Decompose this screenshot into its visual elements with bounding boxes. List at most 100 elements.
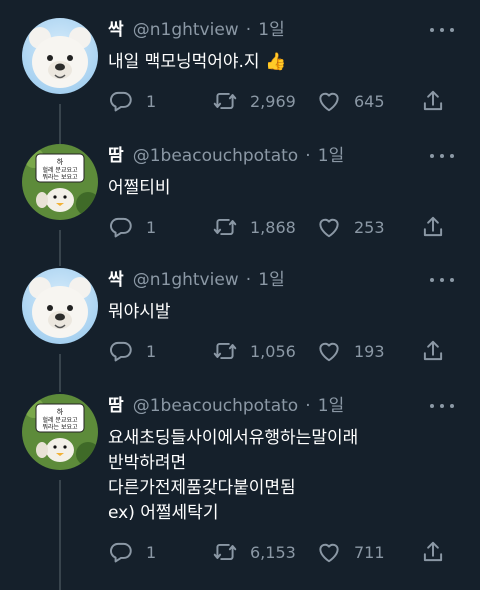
retweet-button[interactable]: 1,868 xyxy=(212,213,296,241)
retweet-icon xyxy=(213,92,237,110)
like-count: 711 xyxy=(354,542,385,562)
separator: · xyxy=(305,396,311,416)
share-button[interactable] xyxy=(420,337,446,365)
heart-icon xyxy=(319,92,339,112)
timestamp[interactable]: 1일 xyxy=(258,270,284,290)
thread-line xyxy=(59,480,61,590)
more-options-icon[interactable] xyxy=(430,146,454,166)
reply-count: 1 xyxy=(146,217,157,237)
avatar-bear[interactable] xyxy=(22,268,98,344)
tweet-text: 어쩔티비 xyxy=(108,178,171,198)
share-button[interactable] xyxy=(420,213,446,241)
avatar-sticker[interactable]: 하 헐레 분교요고 뭐라는 보요고 xyxy=(22,144,98,220)
tweet-text: 뭐야시발 xyxy=(108,302,171,322)
avatar-sticker[interactable]: 하 헐레 분교요고 뭐라는 보요고 xyxy=(22,394,98,470)
svg-text:뭐라는 보요고: 뭐라는 보요고 xyxy=(42,423,78,431)
svg-text:뭐라는 보요고: 뭐라는 보요고 xyxy=(42,173,78,181)
retweet-button[interactable]: 2,969 xyxy=(212,87,296,115)
share-button[interactable] xyxy=(420,87,446,115)
avatar-column: 하 헐레 분교요고 뭐라는 보요고 xyxy=(22,124,98,266)
more-options-icon[interactable] xyxy=(430,20,454,40)
timestamp[interactable]: 1일 xyxy=(318,396,344,416)
svg-text:하: 하 xyxy=(57,157,64,166)
avatar-column xyxy=(22,18,98,144)
more-options-icon[interactable] xyxy=(430,396,454,416)
more-options-icon[interactable] xyxy=(430,270,454,290)
thread-line xyxy=(59,230,61,266)
tweet-actions: 1 1,868 253 xyxy=(108,213,466,241)
tweet-header: 땀 @1beacouchpotato · 1일 xyxy=(108,144,466,168)
timestamp[interactable]: 1일 xyxy=(258,20,284,40)
like-count: 645 xyxy=(354,91,385,111)
reply-count: 1 xyxy=(146,542,157,562)
thread-line xyxy=(59,124,61,144)
tweet-text-body: 내일 맥모닝먹어야.지 xyxy=(108,52,260,72)
retweet-icon xyxy=(213,218,237,236)
reply-button[interactable]: 1 xyxy=(108,337,156,365)
tweet-content: 싹 @n1ghtview · 1일 내일 맥모닝먹어야.지 👍 1 2,969 xyxy=(108,18,466,115)
tweet-header: 싹 @n1ghtview · 1일 xyxy=(108,268,466,292)
retweet-icon xyxy=(213,342,237,360)
reply-icon xyxy=(110,91,132,112)
user-handle[interactable]: @n1ghtview xyxy=(133,270,239,290)
retweet-button[interactable]: 1,056 xyxy=(212,337,296,365)
like-button[interactable]: 711 xyxy=(316,538,385,566)
tweet-header: 땀 @1beacouchpotato · 1일 xyxy=(108,394,466,418)
reply-button[interactable]: 1 xyxy=(108,87,156,115)
heart-icon xyxy=(319,218,339,238)
like-button[interactable]: 645 xyxy=(316,87,385,115)
like-button[interactable]: 193 xyxy=(316,337,385,365)
reply-count: 1 xyxy=(146,91,157,111)
separator: · xyxy=(305,146,311,166)
user-handle[interactable]: @1beacouchpotato xyxy=(133,396,298,416)
reply-button[interactable]: 1 xyxy=(108,213,156,241)
display-name[interactable]: 땀 xyxy=(108,146,124,166)
reply-count: 1 xyxy=(146,341,157,361)
svg-text:헐레 분교요고: 헐레 분교요고 xyxy=(42,166,78,174)
tweet-item[interactable]: 싹 @n1ghtview · 1일 내일 맥모닝먹어야.지 👍 1 2,969 xyxy=(0,18,480,144)
share-button[interactable] xyxy=(420,538,446,566)
display-name[interactable]: 땀 xyxy=(108,396,124,416)
tweet-content: 싹 @n1ghtview · 1일 뭐야시발 1 1,056 193 xyxy=(108,268,466,365)
tweet-content: 땀 @1beacouchpotato · 1일 요새초딩들사이에서유행하는말이래… xyxy=(108,394,466,566)
tweet-item[interactable]: 싹 @n1ghtview · 1일 뭐야시발 1 1,056 193 xyxy=(0,268,480,392)
avatar-column: 하 헐레 분교요고 뭐라는 보요고 xyxy=(22,394,98,590)
thread-line xyxy=(59,354,61,392)
display-name[interactable]: 싹 xyxy=(108,270,124,290)
share-icon xyxy=(423,90,443,111)
reply-icon xyxy=(110,341,132,362)
share-icon xyxy=(423,340,443,361)
reply-icon xyxy=(110,542,132,563)
retweet-count: 6,153 xyxy=(250,542,296,562)
like-button[interactable]: 253 xyxy=(316,213,385,241)
separator: · xyxy=(245,270,252,290)
like-count: 193 xyxy=(354,341,385,361)
svg-text:헐레 분교요고: 헐레 분교요고 xyxy=(42,416,78,424)
retweet-button[interactable]: 6,153 xyxy=(212,538,296,566)
retweet-count: 1,056 xyxy=(250,341,296,361)
tweet-thread: 싹 @n1ghtview · 1일 내일 맥모닝먹어야.지 👍 1 2,969 xyxy=(0,0,480,590)
heart-icon xyxy=(319,342,339,362)
tweet-item[interactable]: 하 헐레 분교요고 뭐라는 보요고 땀 @1beacouchpotato · 1… xyxy=(0,124,480,266)
tweet-text: 내일 맥모닝먹어야.지 👍 xyxy=(108,50,466,75)
reply-icon xyxy=(110,217,132,238)
timestamp[interactable]: 1일 xyxy=(318,146,344,166)
share-icon xyxy=(423,541,443,562)
thumbs-up-emoji: 👍 xyxy=(264,52,287,72)
tweet-item[interactable]: 하 헐레 분교요고 뭐라는 보요고 땀 @1beacouchpotato · 1… xyxy=(0,394,480,590)
display-name[interactable]: 싹 xyxy=(108,20,124,40)
tweet-actions: 1 6,153 711 xyxy=(108,538,466,566)
heart-icon xyxy=(319,543,339,563)
tweet-header: 싹 @n1ghtview · 1일 xyxy=(108,18,466,42)
user-handle[interactable]: @n1ghtview xyxy=(133,20,239,40)
reply-button[interactable]: 1 xyxy=(108,538,156,566)
svg-text:하: 하 xyxy=(57,407,64,416)
retweet-count: 2,969 xyxy=(250,91,296,111)
tweet-content: 땀 @1beacouchpotato · 1일 어쩔티비 1 1,868 253 xyxy=(108,144,466,241)
user-handle[interactable]: @1beacouchpotato xyxy=(133,146,298,166)
tweet-actions: 1 2,969 645 xyxy=(108,87,466,115)
retweet-count: 1,868 xyxy=(250,217,296,237)
like-count: 253 xyxy=(354,217,385,237)
avatar-bear[interactable] xyxy=(22,18,98,94)
separator: · xyxy=(245,20,252,40)
